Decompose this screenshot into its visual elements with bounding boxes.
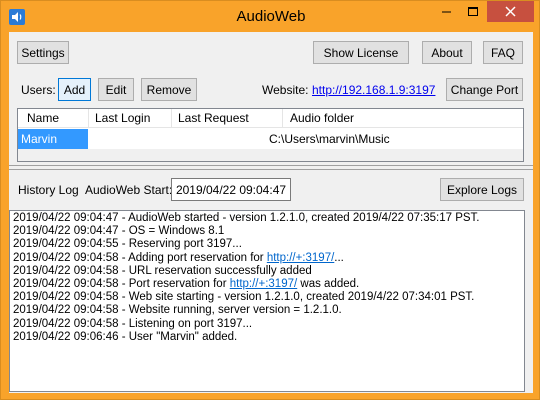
minimize-icon [442, 11, 451, 13]
column-header-last-login[interactable]: Last Login [95, 111, 150, 125]
edit-user-button[interactable]: Edit [98, 78, 134, 101]
table-row[interactable]: Marvin C:\Users\marvin\Music [18, 129, 523, 149]
start-time-field: 2019/04/22 09:04:47 [171, 178, 291, 201]
log-line: 2019/04/22 09:04:58 - Web site starting … [13, 291, 475, 304]
remove-user-button[interactable]: Remove [141, 78, 197, 101]
maximize-icon [468, 7, 478, 16]
about-button[interactable]: About [422, 41, 472, 64]
panel-splitter[interactable] [9, 165, 533, 170]
column-divider[interactable] [282, 109, 283, 128]
faq-button[interactable]: FAQ [483, 41, 523, 64]
column-header-audio-folder[interactable]: Audio folder [290, 111, 354, 125]
title-bar[interactable]: AudioWeb [1, 1, 540, 32]
log-line: 2019/04/22 09:04:55 - Reserving port 319… [13, 238, 242, 251]
client-area: Settings Show License About FAQ Users: A… [9, 32, 533, 393]
audioweb-start-label: AudioWeb Start: [85, 183, 173, 197]
explore-logs-button[interactable]: Explore Logs [440, 178, 524, 201]
log-link[interactable]: http://+:3197/ [267, 252, 334, 264]
column-header-last-request[interactable]: Last Request [178, 111, 249, 125]
column-header-name[interactable]: Name [27, 111, 59, 125]
add-user-button[interactable]: Add [58, 78, 91, 101]
close-button[interactable] [487, 1, 534, 22]
close-icon [505, 6, 516, 17]
log-line: 2019/04/22 09:04:58 - Port reservation f… [13, 278, 360, 291]
log-line: 2019/04/22 09:04:58 - Listening on port … [13, 317, 253, 330]
log-line: 2019/04/22 09:06:46 - User "Marvin" adde… [13, 330, 238, 343]
website-link[interactable]: http://192.168.1.9:3197 [312, 83, 435, 97]
history-log[interactable]: 2019/04/22 09:04:47 - AudioWeb started -… [9, 210, 525, 392]
show-license-button[interactable]: Show License [313, 41, 409, 64]
audio-folder-cell: C:\Users\marvin\Music [269, 132, 390, 146]
website-label: Website: [262, 83, 309, 97]
log-line: 2019/04/22 09:04:58 - Adding port reserv… [13, 251, 344, 264]
log-line: 2019/04/22 09:04:58 - Website running, s… [13, 304, 342, 317]
log-line: 2019/04/22 09:04:58 - URL reservation su… [13, 264, 312, 277]
log-line: 2019/04/22 09:04:47 - AudioWeb started -… [13, 212, 480, 224]
change-port-button[interactable]: Change Port [446, 78, 523, 101]
column-divider[interactable] [88, 109, 89, 128]
users-table[interactable]: Name Last Login Last Request Audio folde… [17, 108, 524, 162]
app-window: AudioWeb Settings Show License About FAQ… [0, 0, 540, 400]
settings-button[interactable]: Settings [17, 41, 69, 64]
table-empty-area [18, 149, 523, 161]
log-link[interactable]: http://+:3197/ [230, 278, 297, 290]
log-line: 2019/04/22 09:04:47 - OS = Windows 8.1 [13, 225, 225, 238]
minimize-button[interactable] [433, 1, 460, 22]
users-label: Users: [21, 83, 56, 97]
history-log-label: History Log [18, 183, 79, 197]
users-table-header: Name Last Login Last Request Audio folde… [18, 109, 523, 128]
user-name-cell: Marvin [18, 129, 88, 149]
column-divider[interactable] [171, 109, 172, 128]
maximize-button[interactable] [460, 1, 487, 22]
